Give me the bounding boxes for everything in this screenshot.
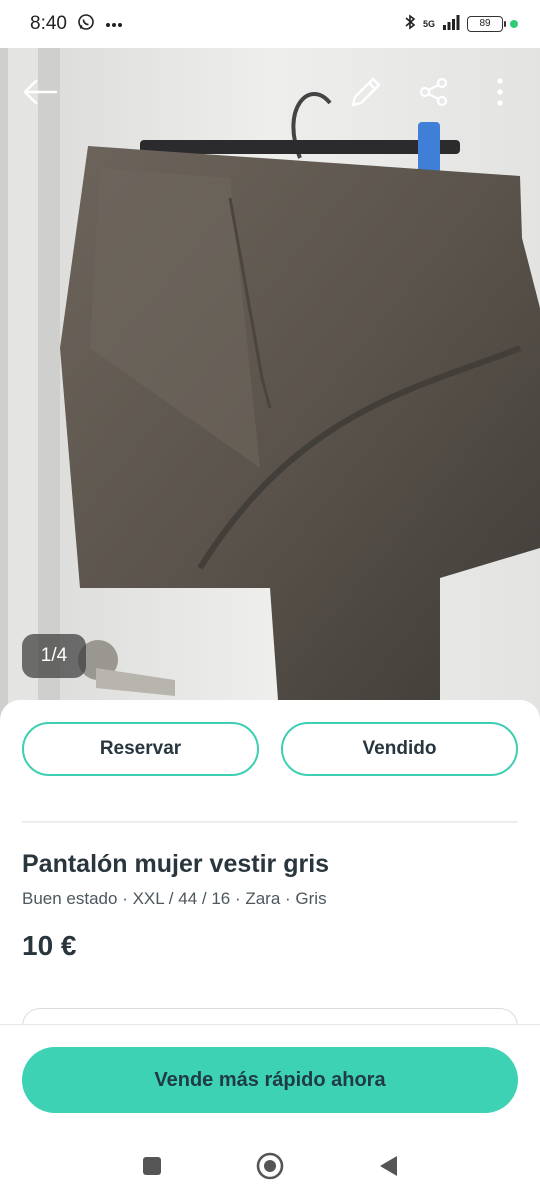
network-label: 5G (422, 18, 435, 29)
status-left: 8:40 (30, 13, 123, 36)
whatsapp-icon (77, 13, 95, 36)
status-time: 8:40 (30, 13, 67, 34)
back-triangle-icon[interactable] (374, 1152, 402, 1180)
status-bar: 8:40 5G 89 (0, 0, 540, 48)
sold-button[interactable]: Vendido (281, 722, 518, 776)
back-arrow-icon[interactable] (20, 72, 60, 112)
system-nav-bar (0, 1130, 540, 1200)
reserve-button[interactable]: Reservar (22, 722, 259, 776)
more-dots-icon (105, 15, 123, 33)
recents-square-icon[interactable] (138, 1152, 166, 1180)
product-photo-image (0, 48, 540, 728)
product-photo[interactable] (0, 48, 540, 728)
sell-faster-button[interactable]: Vende más rápido ahora (22, 1047, 518, 1113)
privacy-indicator-dot (510, 20, 518, 28)
battery-icon: 89 (467, 16, 506, 32)
divider (22, 821, 518, 823)
more-vertical-icon[interactable] (480, 72, 520, 112)
product-attributes: Buen estado · XXL / 44 / 16 · Zara · Gri… (22, 889, 327, 908)
share-icon[interactable] (414, 72, 454, 112)
photo-toolbar (0, 48, 540, 136)
photo-counter: 1/4 (22, 634, 86, 678)
edit-pencil-icon[interactable] (346, 72, 386, 112)
status-right: 5G 89 (404, 13, 518, 36)
product-title: Pantalón mujer vestir gris (22, 850, 330, 878)
home-circle-icon[interactable] (256, 1152, 284, 1180)
signal-icon (442, 14, 460, 35)
bluetooth-icon (404, 13, 416, 36)
bottom-cta-bar: Vende más rápido ahora (0, 1024, 540, 1130)
product-price: 10 € (22, 930, 77, 961)
action-buttons: Reservar Vendido (22, 722, 518, 776)
